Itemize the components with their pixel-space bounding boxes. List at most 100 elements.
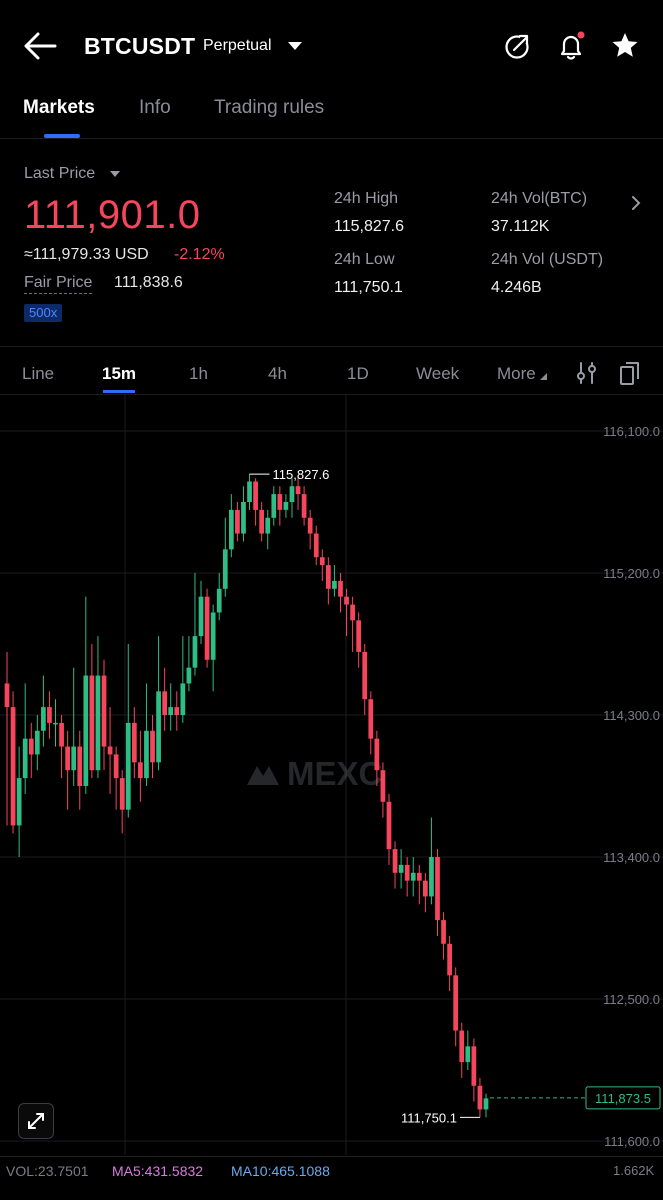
candle-body — [459, 1030, 465, 1063]
y-tick-label: 115,200.0 — [603, 566, 660, 581]
candle-body — [271, 494, 277, 518]
candle-body — [59, 722, 64, 747]
candle-body — [392, 849, 398, 873]
expand-chart-button[interactable] — [18, 1103, 54, 1139]
y-tick-label: 113,400.0 — [603, 850, 660, 865]
candle-body — [380, 770, 386, 802]
candle-body — [332, 580, 337, 589]
tf-week[interactable]: Week — [416, 364, 459, 384]
current-price-label: 111,873.5 — [595, 1091, 651, 1106]
candle-body — [235, 509, 240, 534]
usd-value: ≈111,979.33 USD — [24, 246, 149, 263]
candle-body — [192, 636, 198, 668]
candle-body — [77, 746, 83, 786]
tf-4h[interactable]: 4h — [268, 364, 287, 384]
candle-body — [368, 699, 374, 739]
candle-body — [325, 565, 331, 589]
candle-body — [283, 502, 289, 510]
candle-body — [228, 509, 234, 550]
tf-1h[interactable]: 1h — [189, 364, 208, 384]
candle-body — [16, 778, 22, 826]
candle-body — [89, 675, 95, 771]
chevron-down-icon[interactable] — [288, 42, 302, 50]
volume-value: VOL:23.7501 — [6, 1163, 89, 1179]
indicator-settings-icon[interactable] — [576, 361, 598, 385]
caret-down-icon[interactable] — [110, 171, 120, 177]
candle-body — [447, 943, 452, 976]
candle-body — [410, 872, 416, 881]
active-tab-indicator — [44, 134, 80, 138]
candle-body — [216, 588, 222, 613]
candle-body — [319, 557, 325, 566]
divider — [0, 346, 663, 347]
candle-body — [47, 707, 52, 723]
candle-body — [289, 486, 295, 502]
bell-icon[interactable] — [556, 30, 586, 62]
candle-body — [362, 651, 368, 700]
tf-line[interactable]: Line — [22, 364, 54, 384]
candle-body — [174, 707, 180, 715]
candle-body — [162, 691, 168, 715]
candle-body — [83, 675, 89, 786]
candle-body — [423, 880, 428, 897]
chevron-right-icon[interactable] — [630, 194, 642, 212]
tf-more[interactable]: More — [497, 364, 536, 384]
tf-1d[interactable]: 1D — [347, 364, 369, 384]
candlestick-chart[interactable]: MEXC 116,100.0 115,200.0 114,300.0 113,400.… — [0, 395, 663, 1155]
candle-body — [277, 494, 283, 510]
tab-info[interactable]: Info — [139, 97, 171, 119]
candle-body — [53, 722, 58, 725]
candle-body — [210, 612, 216, 660]
vol-btc-value: 37.112K — [491, 218, 550, 235]
candle-body — [429, 857, 434, 897]
candle-body — [441, 920, 446, 944]
star-icon[interactable] — [610, 30, 640, 62]
last-price-label[interactable]: Last Price — [24, 165, 95, 183]
candle-body — [138, 762, 143, 779]
more-caret-icon[interactable] — [538, 371, 548, 381]
candle-body — [307, 517, 313, 534]
candle-body — [465, 1046, 471, 1063]
candle-body — [41, 707, 46, 731]
candle-body — [101, 675, 107, 747]
candle-body — [4, 683, 10, 708]
candle-body — [113, 754, 119, 779]
low-marker-label: 111,750.1 — [401, 1110, 457, 1125]
candle-body — [150, 730, 155, 763]
candle-body — [241, 502, 246, 534]
y-tick-label: 114,300.0 — [603, 708, 660, 723]
contract-type[interactable]: Perpetual — [203, 37, 272, 55]
candle-body — [180, 683, 186, 715]
candle-body — [28, 738, 34, 755]
candle-body — [350, 604, 355, 621]
share-icon[interactable] — [503, 30, 533, 62]
candle-body — [156, 691, 161, 763]
vol-usdt-label: 24h Vol (USDT) — [491, 251, 604, 268]
candle-body — [356, 620, 362, 652]
candle-body — [386, 801, 392, 850]
tab-markets[interactable]: Markets — [23, 97, 95, 119]
vol-usdt-value: 4.246B — [491, 279, 542, 296]
fair-price-label[interactable]: Fair Price — [24, 274, 93, 294]
volume-axis-label: 1.662K — [613, 1163, 655, 1178]
vol-btc-label: 24h Vol(BTC) — [491, 190, 588, 207]
ma10-value: MA10:465.1088 — [231, 1163, 330, 1179]
y-axis-labels: 116,100.0 115,200.0 114,300.0 113,400.0 112,… — [603, 424, 660, 1149]
tab-trading-rules[interactable]: Trading rules — [214, 97, 324, 119]
candles-group — [4, 474, 489, 1118]
candle-body — [119, 778, 125, 810]
back-arrow-icon[interactable] — [22, 30, 58, 62]
candle-body — [483, 1098, 489, 1110]
high-label: 24h High — [334, 190, 399, 207]
y-tick-label: 112,500.0 — [603, 992, 660, 1007]
tf-15m[interactable]: 15m — [102, 364, 136, 384]
copy-layout-icon[interactable] — [619, 360, 641, 386]
candle-body — [107, 746, 113, 755]
high-marker-label: 115,827.6 — [273, 467, 330, 482]
symbol-title[interactable]: BTCUSDT — [84, 33, 195, 60]
candle-body — [404, 864, 410, 881]
candle-body — [10, 707, 16, 826]
candle-body — [125, 722, 131, 810]
y-tick-label: 116,100.0 — [603, 424, 660, 439]
candle-body — [168, 707, 174, 715]
